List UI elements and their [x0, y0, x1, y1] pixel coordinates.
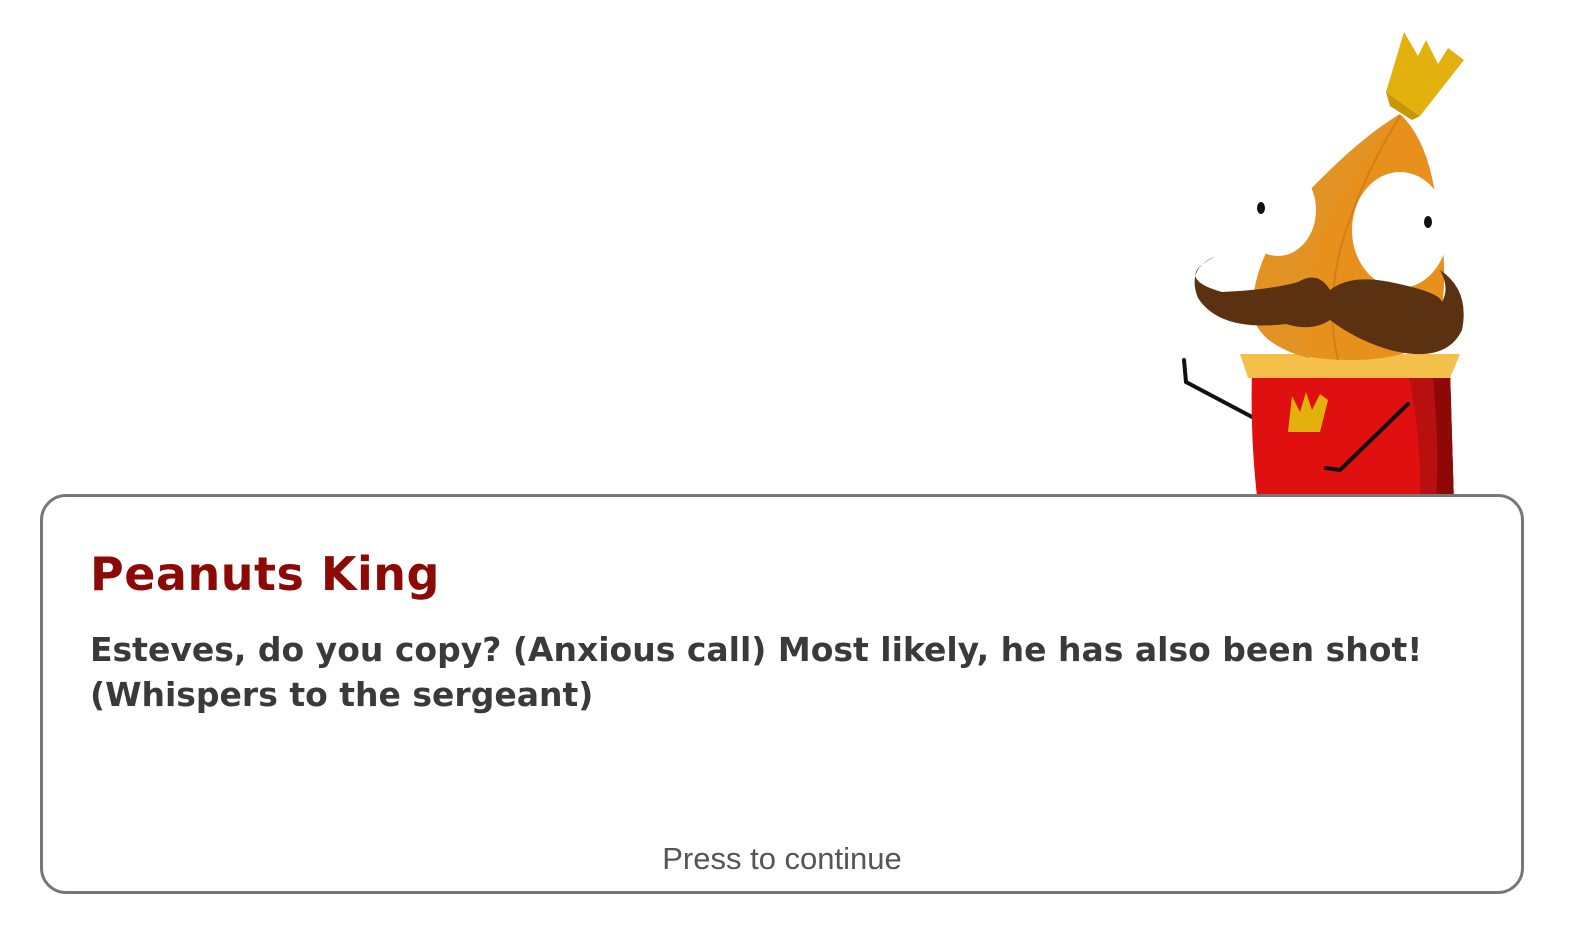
dialog-text: Esteves, do you copy? (Anxious call) Mos…: [90, 630, 1423, 714]
robe: [1251, 370, 1454, 505]
left-arm: [1182, 358, 1256, 420]
peanut-king-character: [1182, 32, 1464, 505]
crown-icon: [1386, 32, 1464, 120]
dialog-box[interactable]: Peanuts King Esteves, do you copy? (Anxi…: [40, 494, 1524, 894]
speaker-name: Peanuts King: [90, 547, 440, 601]
continue-button[interactable]: Press to continue: [43, 841, 1521, 877]
game-stage[interactable]: Peanuts King Esteves, do you copy? (Anxi…: [0, 0, 1587, 926]
